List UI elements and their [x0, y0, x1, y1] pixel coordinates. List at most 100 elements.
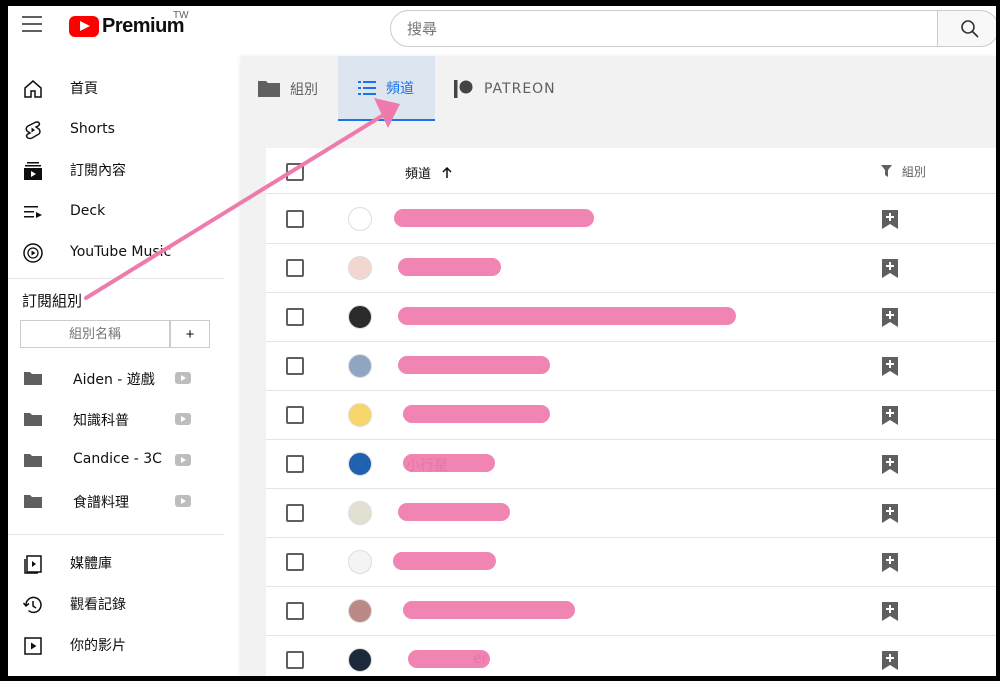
- table-row[interactable]: [266, 342, 996, 391]
- library-icon: [24, 555, 42, 574]
- tab-patreon[interactable]: PATREON: [454, 56, 574, 121]
- groups-title: 訂閱組別: [22, 292, 83, 310]
- channel-avatar[interactable]: [348, 403, 372, 427]
- table-row[interactable]: er: [266, 636, 996, 676]
- row-checkbox[interactable]: [286, 504, 304, 522]
- add-to-group-icon[interactable]: [882, 602, 898, 621]
- region-code: TW: [173, 10, 189, 21]
- channel-avatar[interactable]: [348, 648, 372, 672]
- add-to-group-icon[interactable]: [882, 553, 898, 572]
- sidebar-item-home[interactable]: 首頁: [8, 70, 232, 106]
- sidebar-divider: [8, 278, 224, 279]
- table-row[interactable]: [266, 489, 996, 538]
- youtube-premium-logo[interactable]: Premium TW: [69, 10, 189, 38]
- table-header: 頻道 組別: [266, 148, 996, 194]
- table-row[interactable]: 小行星: [266, 440, 996, 489]
- add-to-group-icon[interactable]: [882, 210, 898, 229]
- sidebar-item-label: 觀看記錄: [70, 597, 126, 613]
- row-checkbox[interactable]: [286, 357, 304, 375]
- sidebar-item-your-videos[interactable]: 你的影片: [8, 627, 232, 663]
- group-item-recipes[interactable]: 食譜料理: [8, 484, 224, 518]
- sidebar: 首頁 Shorts 訂閱內容 Deck YouTube Music 訂閱組別 +…: [8, 48, 232, 676]
- add-group-button[interactable]: +: [170, 320, 210, 348]
- table-row[interactable]: [266, 244, 996, 293]
- channel-avatar[interactable]: [348, 550, 372, 574]
- redaction-scribble: [403, 405, 550, 423]
- redaction-scribble: [398, 356, 550, 374]
- deck-icon: [24, 206, 42, 218]
- row-checkbox[interactable]: [286, 210, 304, 228]
- row-checkbox[interactable]: [286, 455, 304, 473]
- sidebar-item-history[interactable]: 觀看記錄: [8, 586, 232, 622]
- history-icon: [22, 596, 42, 614]
- group-name-input[interactable]: [20, 320, 170, 348]
- redaction-scribble: [398, 307, 736, 325]
- row-checkbox[interactable]: [286, 308, 304, 326]
- subscriptions-icon: [24, 162, 42, 180]
- add-to-group-icon[interactable]: [882, 308, 898, 327]
- add-to-group-icon[interactable]: [882, 406, 898, 425]
- redaction-scribble: [394, 209, 594, 227]
- table-row[interactable]: [266, 538, 996, 587]
- channel-avatar[interactable]: [348, 305, 372, 329]
- table-row[interactable]: [266, 293, 996, 342]
- youtube-play-icon: [69, 16, 99, 37]
- redaction-scribble: [403, 601, 575, 619]
- menu-icon[interactable]: [22, 16, 42, 32]
- table-row[interactable]: [266, 195, 996, 244]
- sidebar-item-label: 訂閱內容: [70, 163, 126, 179]
- search-button[interactable]: [937, 10, 996, 47]
- list-icon: [358, 80, 376, 95]
- sidebar-divider: [8, 534, 224, 535]
- channel-avatar[interactable]: [348, 599, 372, 623]
- table-row[interactable]: [266, 587, 996, 636]
- sidebar-item-shorts[interactable]: Shorts: [8, 111, 232, 147]
- channel-table: 頻道 組別 小行星 er: [266, 148, 996, 676]
- shorts-icon: [25, 121, 41, 140]
- add-to-group-icon[interactable]: [882, 357, 898, 376]
- tab-groups[interactable]: 組別: [258, 56, 338, 121]
- redaction-scribble: [398, 258, 501, 276]
- tab-bar: 組別 頻道 PATREON: [242, 56, 996, 121]
- play-group-icon[interactable]: [175, 372, 191, 384]
- sidebar-item-youtube-music[interactable]: YouTube Music: [8, 234, 232, 270]
- sidebar-item-label: 首頁: [70, 81, 98, 97]
- row-checkbox[interactable]: [286, 553, 304, 571]
- channel-avatar[interactable]: [348, 354, 372, 378]
- redaction-scribble: [393, 552, 496, 570]
- channel-avatar[interactable]: [348, 256, 372, 280]
- channel-avatar[interactable]: [348, 501, 372, 525]
- sidebar-item-subscriptions[interactable]: 訂閱內容: [8, 152, 232, 188]
- group-item-science[interactable]: 知識科普: [8, 402, 224, 436]
- sidebar-item-label: Shorts: [70, 121, 115, 137]
- row-checkbox[interactable]: [286, 602, 304, 620]
- add-to-group-icon[interactable]: [882, 455, 898, 474]
- column-channel[interactable]: 頻道: [405, 163, 453, 182]
- play-group-icon[interactable]: [175, 495, 191, 507]
- sidebar-item-label: 你的影片: [70, 638, 126, 654]
- sidebar-item-library[interactable]: 媒體庫: [8, 545, 232, 581]
- column-group[interactable]: 組別: [881, 163, 926, 180]
- add-to-group-icon[interactable]: [882, 259, 898, 278]
- group-item-aiden[interactable]: Aiden - 遊戲: [8, 361, 224, 395]
- play-group-icon[interactable]: [175, 413, 191, 425]
- add-to-group-icon[interactable]: [882, 651, 898, 670]
- table-row[interactable]: [266, 391, 996, 440]
- tab-channels[interactable]: 頻道: [338, 56, 435, 121]
- play-group-icon[interactable]: [175, 454, 191, 466]
- row-checkbox[interactable]: [286, 651, 304, 669]
- channel-avatar[interactable]: [348, 207, 372, 231]
- add-to-group-icon[interactable]: [882, 504, 898, 523]
- folder-icon: [258, 81, 280, 97]
- group-item-candice[interactable]: Candice - 3C: [8, 443, 224, 477]
- filter-icon: [881, 165, 892, 177]
- search-input[interactable]: [407, 11, 927, 46]
- group-label: 知識科普: [73, 413, 129, 429]
- sidebar-item-deck[interactable]: Deck: [8, 193, 232, 229]
- search-box: [390, 10, 938, 47]
- select-all-checkbox[interactable]: [286, 163, 304, 181]
- row-checkbox[interactable]: [286, 406, 304, 424]
- row-checkbox[interactable]: [286, 259, 304, 277]
- channel-avatar[interactable]: [348, 452, 372, 476]
- redaction-scribble: [403, 454, 495, 472]
